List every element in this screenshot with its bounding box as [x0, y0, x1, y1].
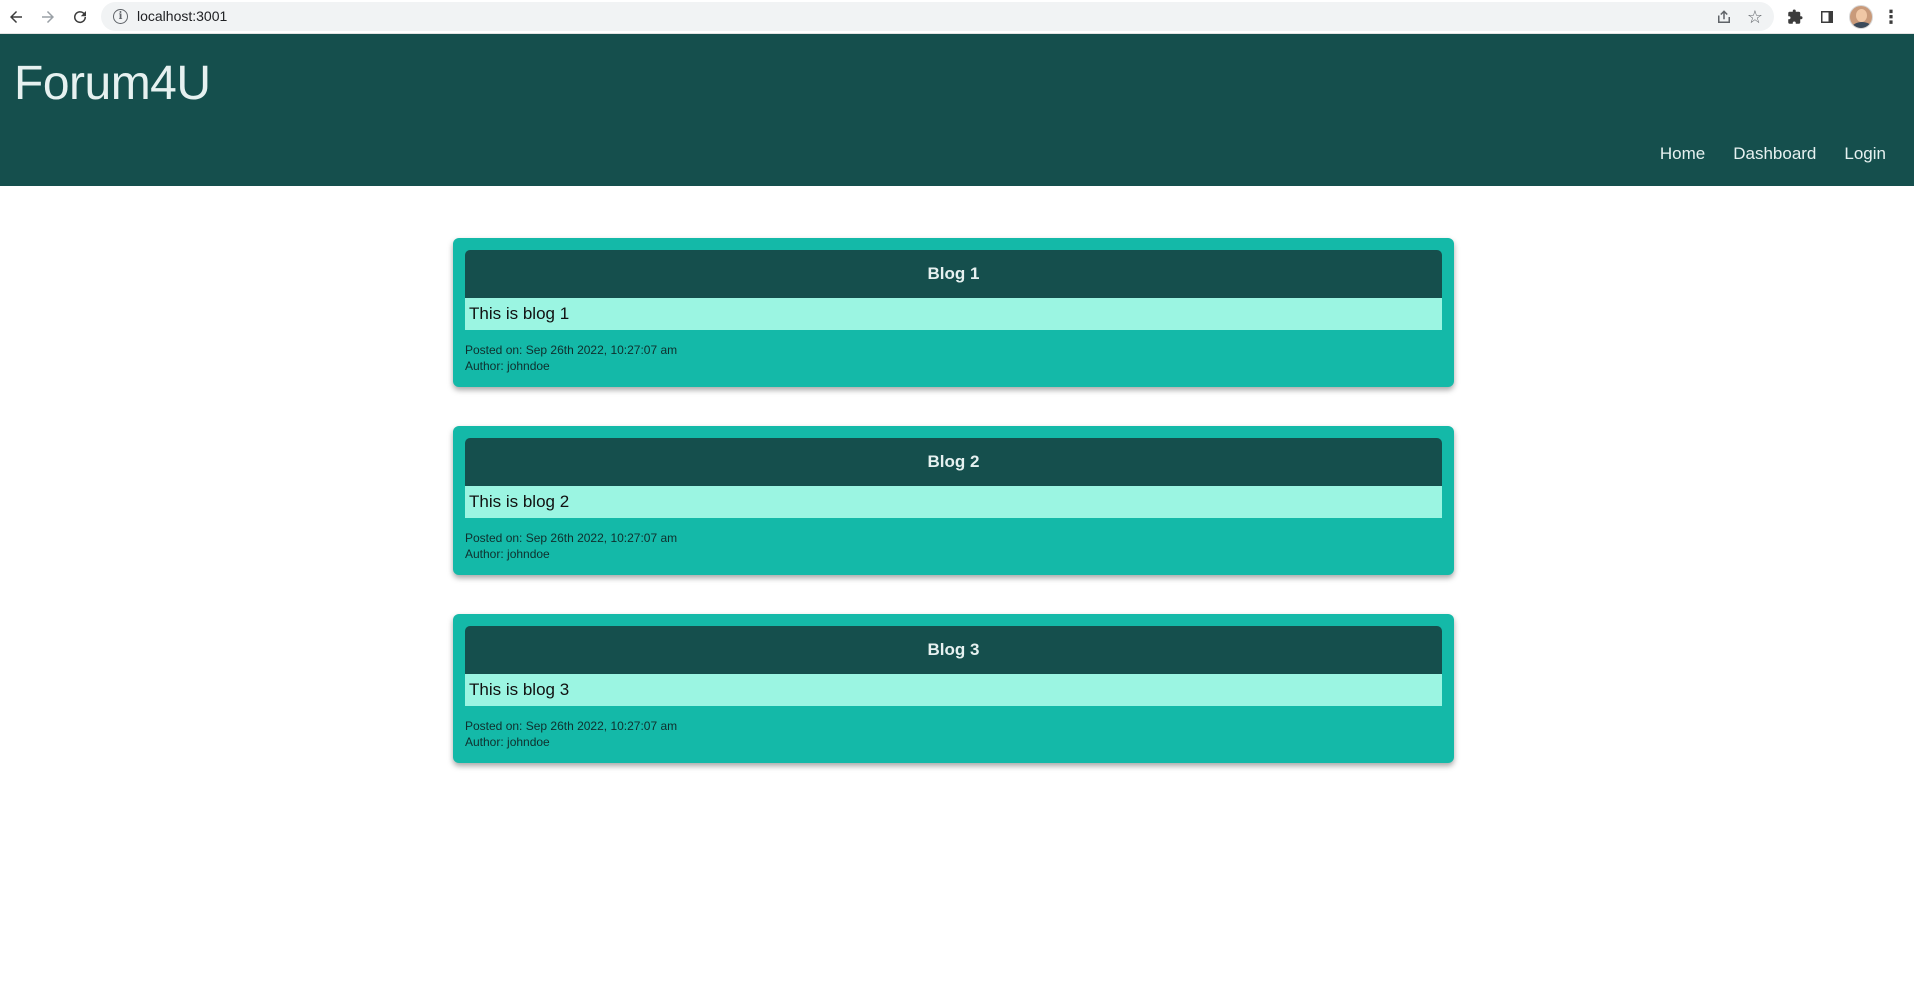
blog-card[interactable]: Blog 2 This is blog 2 Posted on: Sep 26t…: [453, 426, 1454, 575]
site-header: Forum4U Home Dashboard Login: [0, 34, 1914, 186]
blog-author: Author: johndoe: [465, 359, 550, 373]
blog-author: Author: johndoe: [465, 547, 550, 561]
blog-author: Author: johndoe: [465, 735, 550, 749]
reload-icon[interactable]: [68, 5, 92, 29]
share-icon[interactable]: [1714, 7, 1734, 27]
nav-dashboard-link[interactable]: Dashboard: [1733, 144, 1816, 164]
main-nav: Home Dashboard Login: [1632, 144, 1886, 164]
profile-avatar[interactable]: [1849, 5, 1873, 29]
bookmark-star-icon[interactable]: ☆: [1745, 7, 1765, 28]
blog-meta: Posted on: Sep 26th 2022, 10:27:07 am Au…: [465, 330, 1442, 374]
nav-login-link[interactable]: Login: [1844, 144, 1886, 164]
url-text[interactable]: localhost:3001: [137, 8, 227, 24]
blog-posted-date: Posted on: Sep 26th 2022, 10:27:07 am: [465, 343, 678, 357]
extensions-puzzle-icon[interactable]: [1784, 6, 1806, 28]
address-bar[interactable]: i localhost:3001 ☆: [101, 2, 1774, 31]
kebab-menu-icon[interactable]: ⋮: [1880, 6, 1902, 28]
blog-card[interactable]: Blog 1 This is blog 1 Posted on: Sep 26t…: [453, 238, 1454, 387]
site-info-icon[interactable]: i: [113, 9, 128, 24]
nav-home-link[interactable]: Home: [1660, 144, 1705, 164]
blog-content: This is blog 3: [465, 674, 1442, 706]
blog-meta: Posted on: Sep 26th 2022, 10:27:07 am Au…: [465, 706, 1442, 750]
blog-meta: Posted on: Sep 26th 2022, 10:27:07 am Au…: [465, 518, 1442, 562]
blog-title[interactable]: Blog 1: [465, 250, 1442, 298]
blog-posted-date: Posted on: Sep 26th 2022, 10:27:07 am: [465, 531, 678, 545]
blog-posted-date: Posted on: Sep 26th 2022, 10:27:07 am: [465, 719, 678, 733]
blog-content: This is blog 2: [465, 486, 1442, 518]
blog-card[interactable]: Blog 3 This is blog 3 Posted on: Sep 26t…: [453, 614, 1454, 763]
blog-list: Blog 1 This is blog 1 Posted on: Sep 26t…: [453, 238, 1454, 802]
blog-title[interactable]: Blog 3: [465, 626, 1442, 674]
browser-toolbar: i localhost:3001 ☆ ⋮: [0, 0, 1914, 34]
site-brand[interactable]: Forum4U: [14, 56, 211, 111]
back-arrow-icon[interactable]: [4, 5, 28, 29]
blog-content: This is blog 1: [465, 298, 1442, 330]
blog-title[interactable]: Blog 2: [465, 438, 1442, 486]
forward-arrow-icon[interactable]: [36, 5, 60, 29]
side-panel-icon[interactable]: [1816, 6, 1838, 28]
